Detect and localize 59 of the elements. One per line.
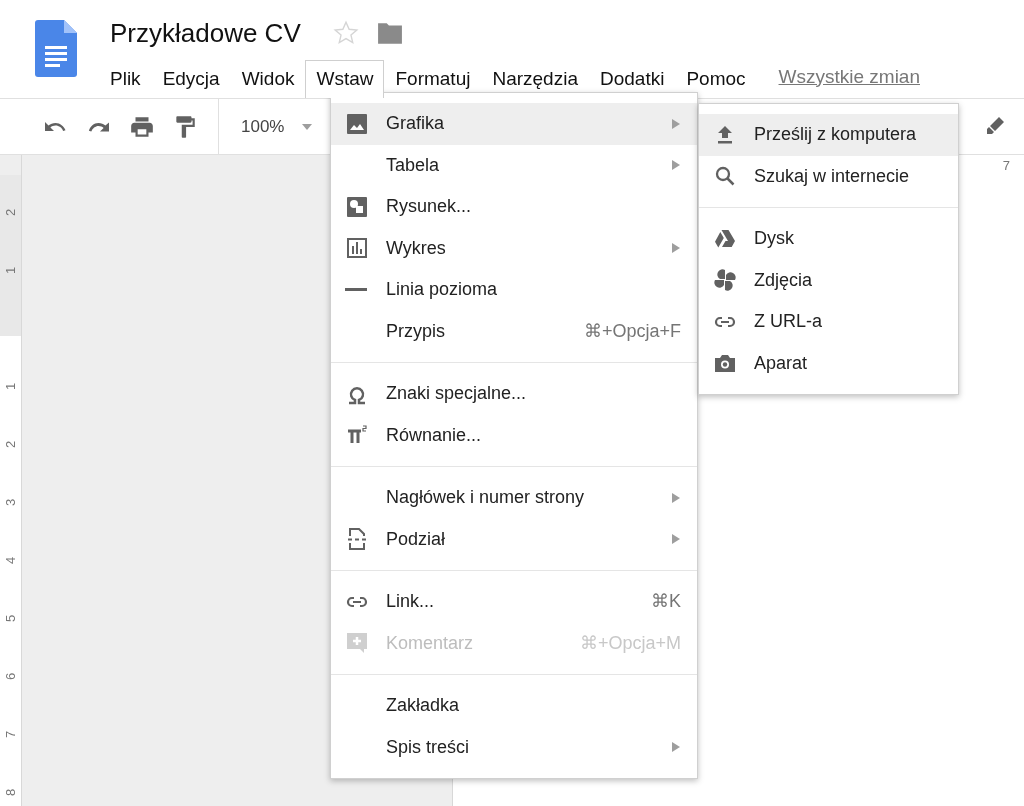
menu-item[interactable]: Link... ⌘K [331, 581, 697, 623]
menu-item[interactable]: Rysunek... [331, 186, 697, 228]
zoom-dropdown[interactable]: 100% [241, 113, 313, 140]
bar-chart-icon [345, 236, 369, 261]
menu-item[interactable]: Nagłówek i numer strony [331, 477, 697, 519]
ruler-number: 2 [4, 440, 17, 448]
pinwheel-icon [713, 268, 737, 293]
menu-item[interactable]: Linia pozioma [331, 269, 697, 311]
menu-item[interactable]: Zakładka [331, 685, 697, 727]
ruler-number: 1 [4, 266, 17, 274]
menu-item[interactable]: Aparat [699, 342, 958, 384]
menu-item[interactable]: Z URL-a [699, 301, 958, 343]
menu-item[interactable]: Znaki specjalne... [331, 373, 697, 415]
menu-item[interactable]: Równanie... [331, 414, 697, 456]
submenu-arrow-icon [671, 117, 681, 130]
ruler-number: 7 [4, 730, 17, 738]
ruler-number: 5 [4, 614, 17, 622]
menu-bar-item[interactable]: Widok [230, 60, 306, 98]
menu-bar-item[interactable]: Pomoc [675, 60, 757, 98]
shortcut-label: ⌘+Opcja+F [583, 319, 681, 343]
ruler-number: 1 [4, 382, 17, 390]
ruler-number: 3 [4, 498, 17, 506]
menu-item[interactable]: Wykres [331, 227, 697, 269]
ruler-number: 4 [4, 556, 17, 564]
ruler-number: 6 [4, 672, 17, 680]
ruler-number: 8 [4, 788, 17, 796]
submenu-arrow-icon [671, 741, 681, 754]
menu-item[interactable]: Tabela [331, 144, 697, 186]
submenu-arrow-icon [671, 533, 681, 546]
menu-bar-item[interactable]: Dodatki [588, 60, 676, 98]
menu-item[interactable]: Szukaj w internecie [699, 155, 958, 197]
menu-bar-item[interactable]: Edycja [151, 60, 231, 98]
menu-item[interactable]: Przypis ⌘+Opcja+F [331, 310, 697, 352]
horizontal-line-icon [345, 288, 367, 292]
image-icon [345, 111, 369, 136]
menu-bar-item[interactable]: Plik [99, 60, 152, 98]
document-title[interactable]: Przykładowe CV [110, 20, 301, 46]
menu-item[interactable]: Grafika [331, 103, 697, 145]
submenu-arrow-icon [671, 491, 681, 504]
menu-bar-item[interactable]: Formatuj [384, 60, 482, 98]
menu-bar-item[interactable]: Narzędzia [481, 60, 589, 98]
folder-icon[interactable] [376, 21, 403, 45]
shortcut-label: ⌘K [651, 590, 681, 614]
submenu-arrow-icon [671, 159, 681, 172]
menu-item[interactable]: Podział [331, 518, 697, 560]
submenu-arrow-icon [671, 242, 681, 255]
menu-item[interactable]: Zdjęcia [699, 259, 958, 301]
ruler-number: 7 [1002, 158, 1010, 172]
menu-item[interactable]: Prześlij z komputera [699, 114, 958, 156]
save-status-link[interactable]: Wszystkie zmian [778, 62, 920, 91]
menu-bar-item[interactable]: Wstaw [305, 60, 385, 98]
menu-item[interactable]: Spis treści [331, 726, 697, 768]
shapes-icon [345, 194, 369, 219]
menu-item[interactable]: Dysk [699, 218, 958, 260]
caret-icon [302, 123, 313, 130]
ruler-number: 2 [4, 208, 17, 216]
document-logo-icon[interactable] [35, 20, 77, 77]
star-icon[interactable] [332, 20, 359, 46]
page-break-icon [345, 527, 369, 552]
